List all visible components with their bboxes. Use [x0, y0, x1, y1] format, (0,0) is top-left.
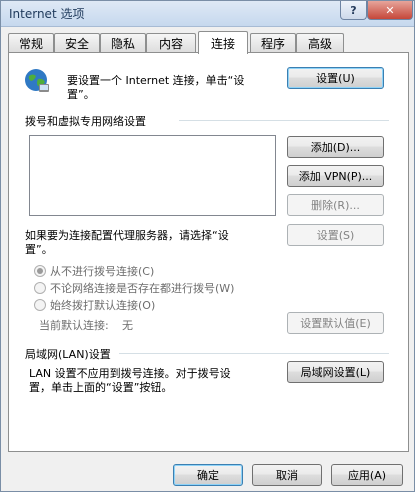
tab-security[interactable]: 安全: [54, 33, 100, 53]
setup-description-line2: 置”。: [67, 88, 95, 101]
lan-description-line2: 置，单击上面的“设置”按钮。: [29, 381, 173, 394]
current-default-label: 当前默认连接:: [39, 319, 109, 332]
current-default-value: 无: [122, 319, 133, 332]
internet-options-dialog: Internet 选项 ? ✕ 常规 安全 隐私 内容 连接 程序 高级 要设置…: [0, 0, 415, 492]
close-button[interactable]: ✕: [367, 1, 413, 20]
radio-label: 从不进行拨号连接(C): [50, 265, 155, 278]
title-bar[interactable]: Internet 选项 ? ✕: [1, 1, 414, 27]
dialup-section-heading: 拨号和虚拟专用网络设置: [25, 115, 146, 128]
tab-advanced[interactable]: 高级: [296, 33, 344, 53]
radio-always-dial-default[interactable]: 始终拨打默认连接(O): [34, 297, 155, 313]
window-title: Internet 选项: [9, 7, 85, 21]
close-icon: ✕: [385, 3, 395, 17]
help-icon: ?: [350, 3, 357, 17]
tab-privacy[interactable]: 隐私: [100, 33, 146, 53]
radio-label: 始终拨打默认连接(O): [50, 299, 156, 312]
tab-programs[interactable]: 程序: [250, 33, 296, 53]
tab-content[interactable]: 内容: [146, 33, 196, 53]
lan-section-heading: 局域网(LAN)设置: [25, 348, 111, 361]
lan-section-divider: [119, 353, 389, 354]
lan-settings-button[interactable]: 局域网设置(L): [287, 361, 384, 383]
tab-connections[interactable]: 连接: [198, 31, 248, 54]
add-connection-button[interactable]: 添加(D)...: [287, 136, 384, 158]
proxy-description-line1: 如果要为连接配置代理服务器，请选择“设: [25, 229, 229, 242]
setup-button[interactable]: 设置(U): [287, 67, 384, 89]
ok-button[interactable]: 确定: [173, 464, 243, 486]
add-vpn-button[interactable]: 添加 VPN(P)...: [287, 165, 384, 187]
dialup-section-divider: [179, 120, 389, 121]
radio-dial-whenever[interactable]: 不论网络连接是否存在都进行拨号(W): [34, 280, 234, 296]
globe-network-icon: [25, 69, 49, 92]
set-default-button[interactable]: 设置默认值(E): [287, 312, 384, 334]
radio-indicator: [34, 265, 46, 277]
radio-never-dial[interactable]: 从不进行拨号连接(C): [34, 263, 154, 279]
tab-strip: 常规 安全 隐私 内容 连接 程序 高级: [8, 31, 408, 54]
proxy-description-line2: 置”。: [25, 243, 53, 256]
radio-label: 不论网络连接是否存在都进行拨号(W): [50, 282, 235, 295]
connection-settings-button[interactable]: 设置(S): [287, 224, 384, 246]
connections-panel: 要设置一个 Internet 连接，单击“设 置”。 设置(U) 拨号和虚拟专用…: [8, 52, 409, 452]
radio-indicator: [34, 299, 46, 311]
tab-general[interactable]: 常规: [8, 33, 54, 53]
apply-button[interactable]: 应用(A): [331, 464, 403, 486]
help-button[interactable]: ?: [340, 1, 367, 20]
connections-listbox[interactable]: [29, 135, 276, 216]
cancel-button[interactable]: 取消: [252, 464, 322, 486]
radio-indicator: [34, 282, 46, 294]
remove-connection-button[interactable]: 删除(R)...: [287, 194, 384, 216]
